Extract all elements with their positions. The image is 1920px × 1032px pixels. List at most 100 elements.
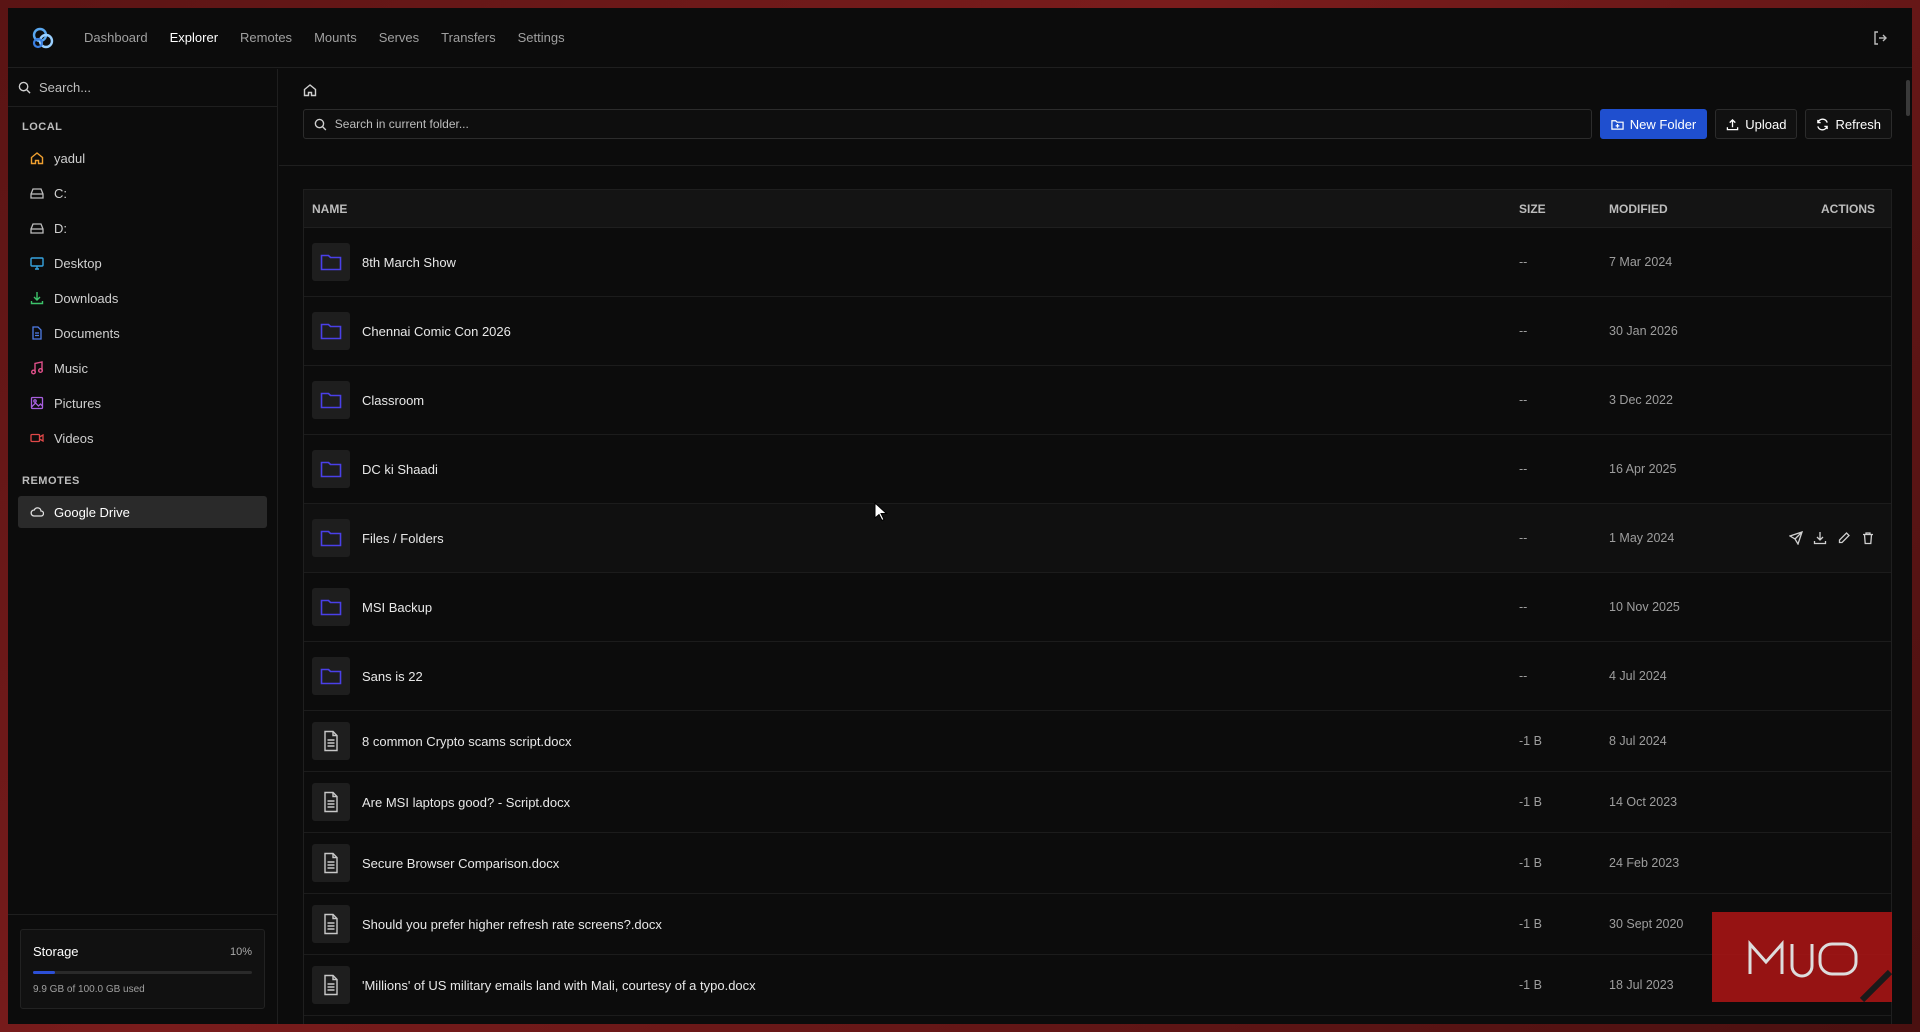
nav-explorer[interactable]: Explorer [170, 30, 218, 45]
row-modified: 30 Jan 2026 [1609, 324, 1678, 338]
row-size: -- [1519, 531, 1528, 545]
new-folder-button[interactable]: New Folder [1599, 109, 1708, 139]
folder-search-input[interactable] [334, 117, 1591, 131]
row-name-cell: Chennai Comic Con 2026 [304, 312, 1519, 350]
new-folder-label: New Folder [1629, 116, 1697, 132]
explorer-toolbar: New Folder Upload Refresh [303, 109, 1892, 139]
download-icon[interactable] [1813, 531, 1827, 545]
refresh-icon [1817, 118, 1829, 130]
row-size: -1 B [1519, 917, 1542, 931]
folder-row[interactable]: DC ki Shaadi -- 16 Apr 2025 [304, 435, 1891, 504]
sidebar-item-label: Desktop [54, 255, 102, 271]
sidebar-item-c-drive[interactable]: C: [18, 177, 267, 209]
folder-icon [312, 450, 350, 488]
edit-icon[interactable] [1837, 531, 1851, 545]
sidebar-search-input[interactable] [39, 80, 259, 95]
nav-remotes[interactable]: Remotes [240, 30, 292, 45]
sidebar-item-videos[interactable]: Videos [18, 422, 267, 454]
folder-icon [312, 519, 350, 557]
refresh-button[interactable]: Refresh [1805, 109, 1892, 139]
nav-settings[interactable]: Settings [518, 30, 565, 45]
header-size[interactable]: SIZE [1519, 202, 1609, 216]
row-modified: 1 May 2024 [1609, 531, 1675, 545]
sidebar-search[interactable] [8, 69, 277, 107]
sidebar-item-label: Music [54, 360, 88, 376]
row-modified: 16 Apr 2025 [1609, 462, 1677, 476]
row-name-cell: Sans is 22 [304, 657, 1519, 695]
folder-row[interactable]: Classroom -- 3 Dec 2022 [304, 366, 1891, 435]
folder-icon [312, 588, 350, 626]
file-row[interactable]: 8 common Crypto scams script.docx -1 B 8… [304, 711, 1891, 772]
folder-icon [312, 312, 350, 350]
file-row[interactable]: 'Millions' of US military emails land wi… [304, 955, 1891, 1016]
row-name-cell: Classroom [304, 381, 1519, 419]
folder-row[interactable]: Sans is 22 -- 4 Jul 2024 [304, 642, 1891, 711]
breadcrumb-home-icon[interactable] [303, 83, 317, 97]
sidebar-item-desktop[interactable]: Desktop [18, 247, 267, 279]
folder-row[interactable]: Chennai Comic Con 2026 -- 30 Jan 2026 [304, 297, 1891, 366]
row-name: Sans is 22 [362, 668, 423, 684]
header-name[interactable]: NAME [304, 202, 1519, 216]
muo-logo-icon [1748, 940, 1893, 1003]
row-size: -1 B [1519, 978, 1542, 992]
scrollbar-thumb[interactable] [1906, 80, 1910, 116]
table-body: 8th March Show -- 7 Mar 2024 Chennai Com… [304, 228, 1891, 1016]
storage-card: Storage 10% 9.9 GB of 100.0 GB used [20, 929, 265, 1009]
storage-progress-bar [33, 971, 252, 974]
nav-dashboard[interactable]: Dashboard [84, 30, 148, 45]
upload-button[interactable]: Upload [1715, 109, 1798, 139]
row-size: -- [1519, 462, 1528, 476]
file-row[interactable]: Secure Browser Comparison.docx -1 B 24 F… [304, 833, 1891, 894]
storage-used-text: 9.9 GB of 100.0 GB used [33, 984, 145, 995]
folder-row[interactable]: 8th March Show -- 7 Mar 2024 [304, 228, 1891, 297]
row-name-cell: Are MSI laptops good? - Script.docx [304, 783, 1519, 821]
sidebar-item-label: Downloads [54, 290, 119, 306]
row-name-cell: 'Millions' of US military emails land wi… [304, 966, 1519, 1004]
sidebar-item-yadul[interactable]: yadul [18, 142, 267, 174]
sidebar-item-d-drive[interactable]: D: [18, 212, 267, 244]
sidebar-item-pictures[interactable]: Pictures [18, 387, 267, 419]
row-actions [1759, 531, 1891, 545]
row-name: Should you prefer higher refresh rate sc… [362, 916, 662, 932]
nav-mounts[interactable]: Mounts [314, 30, 357, 45]
row-size: -1 B [1519, 734, 1542, 748]
watermark-logo [1712, 912, 1893, 1003]
row-name: Secure Browser Comparison.docx [362, 855, 560, 871]
row-size: -- [1519, 255, 1528, 269]
app-window: Dashboard Explorer Remotes Mounts Serves… [8, 8, 1912, 1024]
logout-icon[interactable] [1872, 30, 1888, 46]
folder-row[interactable]: MSI Backup -- 10 Nov 2025 [304, 573, 1891, 642]
folder-row[interactable]: Files / Folders -- 1 May 2024 [304, 504, 1891, 573]
sidebar-item-documents[interactable]: Documents [18, 317, 267, 349]
row-name-cell: 8th March Show [304, 243, 1519, 281]
download-icon [30, 292, 44, 305]
trash-icon[interactable] [1861, 531, 1875, 545]
row-modified: 8 Jul 2024 [1609, 734, 1667, 748]
sidebar: LOCAL yadul C: D: Desktop Downloads Docu… [8, 69, 278, 1024]
remotes-section-title: REMOTES [22, 475, 80, 487]
sidebar-item-google-drive[interactable]: Google Drive [18, 496, 267, 528]
header-modified[interactable]: MODIFIED [1609, 202, 1759, 216]
refresh-label: Refresh [1835, 116, 1881, 132]
row-size: -- [1519, 324, 1528, 338]
table-header: NAME SIZE MODIFIED ACTIONS [304, 190, 1891, 228]
sidebar-item-label: yadul [54, 150, 86, 166]
sidebar-item-downloads[interactable]: Downloads [18, 282, 267, 314]
file-row[interactable]: Should you prefer higher refresh rate sc… [304, 894, 1891, 955]
file-row[interactable]: Are MSI laptops good? - Script.docx -1 B… [304, 772, 1891, 833]
row-name-cell: Files / Folders [304, 519, 1519, 557]
share-icon[interactable] [1789, 531, 1803, 545]
sidebar-item-music[interactable]: Music [18, 352, 267, 384]
row-name: Classroom [362, 392, 425, 408]
row-modified: 24 Feb 2023 [1609, 856, 1680, 870]
file-icon [312, 783, 350, 821]
folder-search[interactable] [303, 109, 1592, 139]
row-size: -- [1519, 393, 1528, 407]
row-name-cell: 8 common Crypto scams script.docx [304, 722, 1519, 760]
nav-transfers[interactable]: Transfers [441, 30, 495, 45]
upload-label: Upload [1745, 116, 1787, 132]
row-name: Files / Folders [362, 530, 444, 546]
app-logo-icon[interactable] [30, 25, 56, 51]
row-name: 8th March Show [362, 254, 456, 270]
nav-serves[interactable]: Serves [379, 30, 419, 45]
